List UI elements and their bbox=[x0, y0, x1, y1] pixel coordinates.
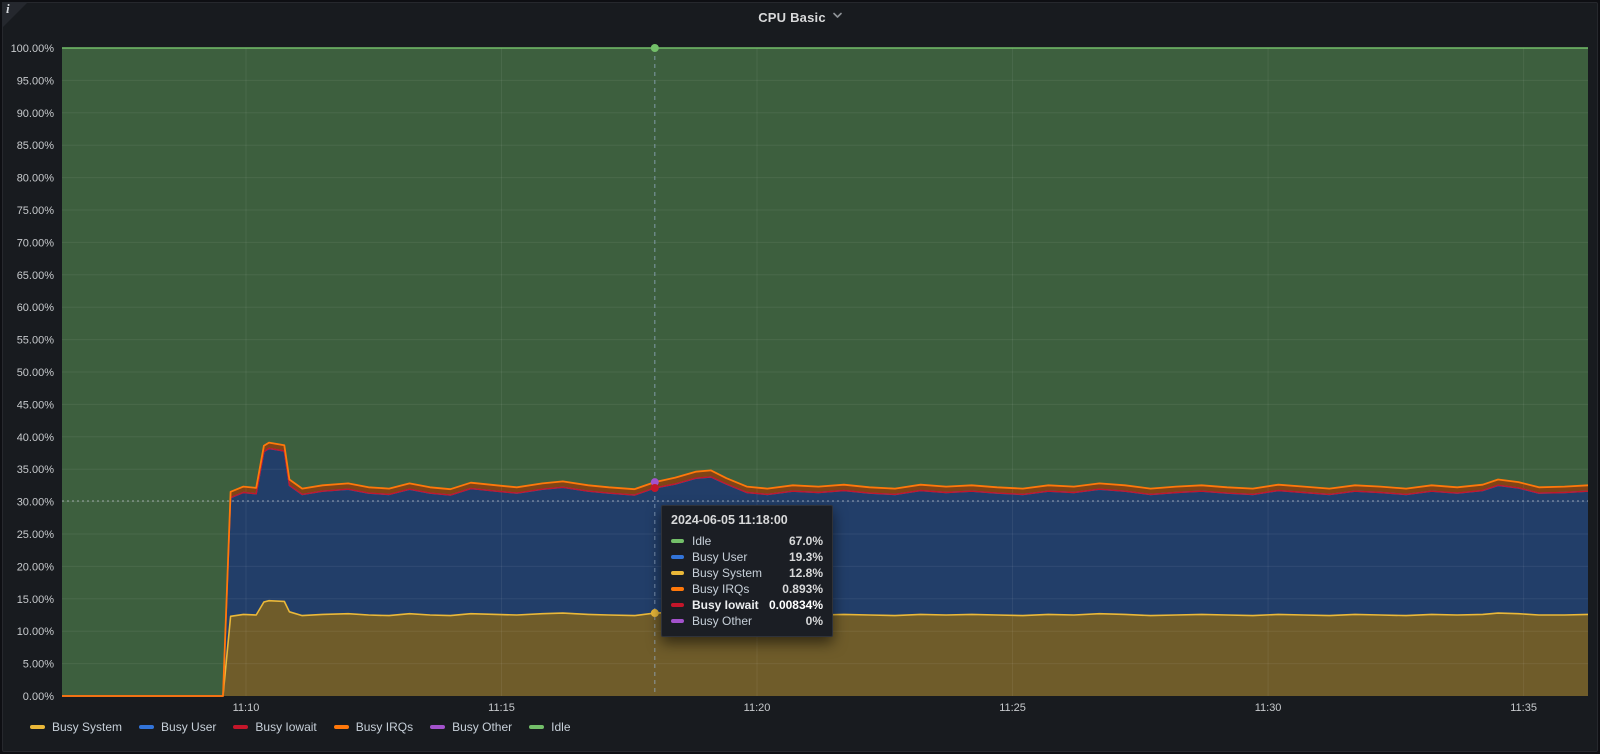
y-axis-tick-label: 100.00% bbox=[11, 43, 55, 55]
tooltip-row-busy-irqs: Busy IRQs 0.893% bbox=[671, 581, 823, 597]
legend-label: Busy User bbox=[161, 720, 217, 734]
tooltip-row-busy-user: Busy User 19.3% bbox=[671, 549, 823, 565]
legend-swatch-icon bbox=[233, 725, 249, 729]
tooltip-series-value: 0.00834% bbox=[768, 598, 823, 612]
y-axis-tick-label: 50.00% bbox=[17, 367, 55, 379]
cpu-basic-chart[interactable]: 0.00% 5.00% 10.00% 15.00% 20.00% 25.00% 30.00%… bbox=[0, 0, 1600, 754]
legend-item-busy-irqs[interactable]: Busy IRQs bbox=[333, 720, 414, 734]
tooltip-series-label: Busy User bbox=[692, 550, 748, 564]
y-axis-tick-label: 95.00% bbox=[17, 75, 55, 87]
tooltip-series-value: 0.893% bbox=[782, 582, 823, 596]
legend-item-busy-iowait[interactable]: Busy Iowait bbox=[233, 720, 317, 734]
series-swatch-icon bbox=[671, 555, 684, 559]
x-axis-tick-label: 11:25 bbox=[999, 702, 1026, 714]
series-swatch-icon bbox=[671, 571, 684, 575]
tooltip-series-label: Busy IRQs bbox=[692, 582, 750, 596]
y-axis-tick-label: 45.00% bbox=[17, 399, 55, 411]
chart-legend: Busy System Busy User Busy Iowait Busy IRQs… bbox=[30, 716, 571, 738]
tooltip-series-value: 67.0% bbox=[788, 534, 823, 548]
tooltip-timestamp: 2024-06-05 11:18:00 bbox=[671, 513, 788, 527]
tooltip-series-value: 12.8% bbox=[788, 566, 823, 580]
hover-point-busy-iowait bbox=[650, 483, 659, 492]
y-axis-tick-label: 30.00% bbox=[17, 497, 55, 509]
legend-swatch-icon bbox=[529, 725, 545, 729]
y-axis-tick-label: 65.00% bbox=[17, 270, 55, 282]
series-swatch-icon bbox=[671, 603, 684, 607]
tooltip-row-busy-iowait: Busy Iowait 0.00834% bbox=[671, 597, 823, 613]
legend-label: Busy IRQs bbox=[355, 720, 414, 734]
legend-item-idle[interactable]: Idle bbox=[529, 720, 571, 734]
legend-item-busy-system[interactable]: Busy System bbox=[30, 721, 122, 733]
series-swatch-icon bbox=[671, 619, 684, 623]
legend-swatch-icon bbox=[430, 725, 446, 729]
tooltip-row-idle: Idle 67.0% bbox=[671, 533, 823, 549]
panel-title[interactable]: CPU Basic bbox=[758, 10, 826, 25]
y-axis-tick-label: 90.00% bbox=[17, 108, 55, 120]
y-axis-tick-label: 75.00% bbox=[17, 205, 55, 217]
legend-label: Busy Other bbox=[452, 720, 513, 734]
chevron-down-icon[interactable] bbox=[832, 11, 842, 20]
tooltip-series-label: Idle bbox=[692, 534, 712, 548]
y-axis-tick-label: 20.00% bbox=[17, 561, 55, 573]
y-axis-tick-label: 0.00% bbox=[23, 691, 54, 703]
hover-point-busy-system bbox=[650, 609, 659, 618]
y-axis-tick-label: 15.00% bbox=[17, 594, 55, 606]
tooltip-row-busy-system: Busy System 12.8% bbox=[671, 565, 823, 581]
y-axis-tick-label: 5.00% bbox=[23, 659, 54, 671]
x-axis-tick-label: 11:20 bbox=[744, 702, 771, 714]
y-axis-tick-label: 25.00% bbox=[17, 529, 55, 541]
hover-tooltip: 2024-06-05 11:18:00 Idle 67.0% Busy User 19… bbox=[661, 505, 833, 637]
tooltip-series-label: Busy Other bbox=[692, 614, 753, 628]
tooltip-series-label: Busy System bbox=[692, 566, 763, 580]
tooltip-series-value: 19.3% bbox=[788, 550, 823, 564]
x-axis-tick-label: 11:15 bbox=[488, 702, 515, 714]
hover-point-idle bbox=[650, 44, 659, 52]
y-axis-tick-label: 40.00% bbox=[17, 432, 55, 444]
tooltip-row-busy-other: Busy Other 0% bbox=[671, 613, 823, 629]
y-axis-tick-label: 10.00% bbox=[17, 626, 55, 638]
legend-label: Busy Iowait bbox=[255, 720, 317, 734]
panel-header[interactable]: CPU Basic bbox=[0, 0, 1600, 34]
legend-swatch-icon bbox=[139, 725, 155, 729]
legend-item-busy-other[interactable]: Busy Other bbox=[430, 721, 512, 733]
y-axis-tick-label: 85.00% bbox=[17, 140, 55, 152]
tooltip-series-value: 0% bbox=[805, 614, 823, 628]
y-axis-tick-label: 70.00% bbox=[17, 237, 55, 249]
y-axis-tick-label: 35.00% bbox=[17, 464, 55, 476]
legend-swatch-icon bbox=[30, 725, 45, 729]
series-swatch-icon bbox=[671, 587, 684, 591]
y-axis-tick-label: 55.00% bbox=[17, 335, 55, 347]
legend-item-busy-user[interactable]: Busy User bbox=[139, 721, 216, 733]
y-axis-tick-label: 60.00% bbox=[17, 302, 55, 314]
x-axis-tick-label: 11:30 bbox=[1255, 702, 1282, 714]
tooltip-series-label: Busy Iowait bbox=[692, 598, 759, 612]
y-axis-tick-label: 80.00% bbox=[17, 173, 55, 185]
legend-label: Idle bbox=[551, 720, 571, 734]
series-swatch-icon bbox=[671, 539, 684, 543]
legend-label: Busy System bbox=[52, 720, 123, 734]
x-axis-tick-label: 11:35 bbox=[1510, 702, 1537, 714]
legend-swatch-icon bbox=[333, 725, 349, 729]
x-axis-tick-label: 11:10 bbox=[233, 702, 260, 714]
